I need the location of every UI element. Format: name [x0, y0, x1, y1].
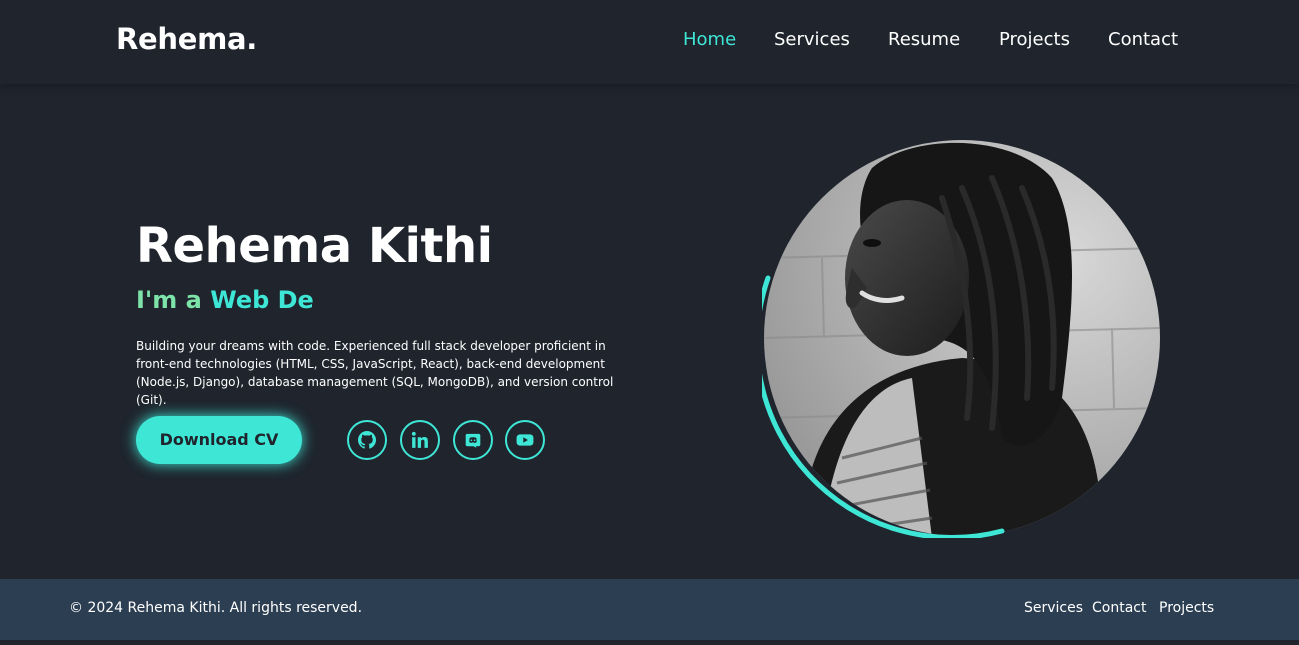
site-header: Rehema. Home Services Resume Projects Co…: [0, 0, 1299, 84]
linkedin-icon: [411, 431, 429, 449]
nav-home[interactable]: Home: [683, 29, 736, 50]
hero-subtitle: I'm a Web De: [136, 286, 314, 314]
subtitle-lead: I'm a: [136, 286, 211, 314]
footer-nav: Services Contact Projects: [0, 600, 1299, 620]
footer-link-contact[interactable]: Contact: [1092, 600, 1146, 616]
hero-name: Rehema Kithi: [136, 218, 493, 274]
nav-resume[interactable]: Resume: [888, 29, 960, 50]
footer-link-projects[interactable]: Projects: [1159, 600, 1214, 616]
github-link[interactable]: [347, 420, 387, 460]
portfolio-page: Rehema. Home Services Resume Projects Co…: [0, 0, 1299, 645]
download-cv-button[interactable]: Download CV: [136, 416, 302, 464]
hero-description: Building your dreams with code. Experien…: [136, 339, 614, 407]
discord-icon: [464, 431, 482, 449]
nav-services[interactable]: Services: [774, 29, 850, 50]
github-icon: [358, 431, 376, 449]
youtube-link[interactable]: [505, 420, 545, 460]
nav-contact[interactable]: Contact: [1108, 29, 1178, 50]
site-footer: © 2024 Rehema Kithi. All rights reserved…: [0, 579, 1299, 640]
footer-link-services[interactable]: Services: [1024, 600, 1083, 616]
main-nav: Home Services Resume Projects Contact: [0, 29, 1299, 55]
subtitle-typed-role: Web De: [210, 286, 314, 314]
nav-projects[interactable]: Projects: [999, 29, 1070, 50]
profile-portrait: [762, 138, 1162, 538]
linkedin-link[interactable]: [400, 420, 440, 460]
bottom-edge: [0, 640, 1299, 645]
discord-link[interactable]: [453, 420, 493, 460]
youtube-icon: [516, 431, 534, 449]
